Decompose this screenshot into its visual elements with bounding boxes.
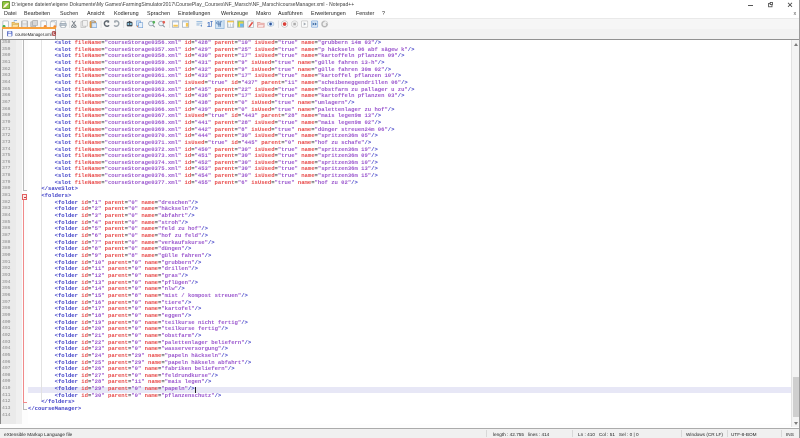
svg-text:1: 1 (207, 20, 211, 29)
